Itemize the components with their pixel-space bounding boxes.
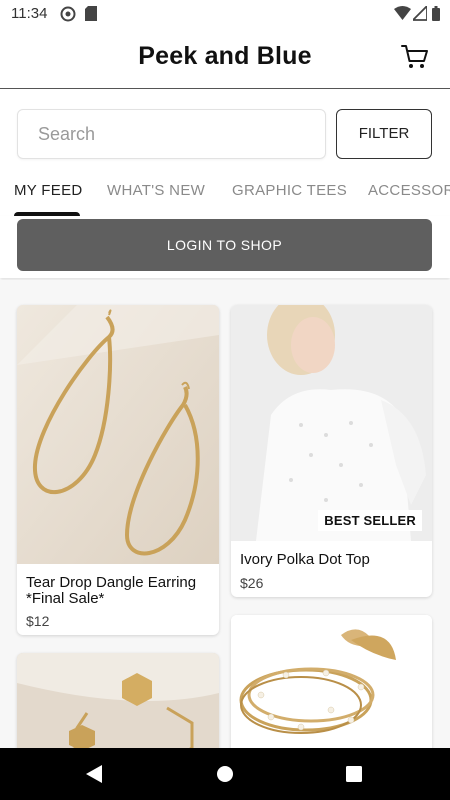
cart-icon[interactable] (401, 44, 429, 70)
recents-icon[interactable] (346, 766, 362, 787)
status-bar: 11:34 (0, 0, 450, 28)
app-title: Peek and Blue (138, 42, 312, 70)
home-icon[interactable] (216, 765, 234, 788)
category-tabs: MY FEED WHAT'S NEW GRAPHIC TEES ACCESSOR… (0, 176, 450, 216)
product-card[interactable]: BEST SELLER Ivory Polka Dot Top $26 (231, 305, 432, 597)
app-header: Peek and Blue (0, 28, 450, 89)
filter-button[interactable]: FILTER (336, 109, 432, 159)
tab-whats-new[interactable]: WHAT'S NEW (107, 182, 205, 199)
search-input[interactable] (18, 110, 318, 158)
product-name: Ivory Polka Dot Top (240, 551, 370, 568)
product-image[interactable] (17, 305, 219, 564)
back-icon[interactable] (86, 765, 102, 788)
tab-accessories[interactable]: ACCESSORIES (368, 182, 450, 199)
product-image[interactable] (231, 615, 432, 748)
battery-icon (432, 6, 440, 26)
product-name: Tear Drop Dangle Earring *Final Sale* (26, 574, 197, 607)
status-time: 11:34 (11, 5, 48, 22)
wifi-icon (394, 6, 411, 26)
best-seller-badge: BEST SELLER (318, 510, 422, 531)
signal-icon (410, 3, 428, 26)
product-image[interactable]: BEST SELLER (231, 305, 432, 541)
login-to-shop-button[interactable]: LOGIN TO SHOP (17, 219, 432, 271)
product-price: $12 (26, 613, 50, 629)
tab-my-feed[interactable]: MY FEED (14, 182, 83, 199)
system-nav-bar (0, 748, 450, 800)
product-image[interactable] (17, 653, 219, 748)
product-price: $26 (240, 575, 264, 591)
product-feed: Tear Drop Dangle Earring *Final Sale* $1… (0, 280, 450, 748)
product-card[interactable]: Tear Drop Dangle Earring *Final Sale* $1… (17, 305, 219, 635)
product-card[interactable] (17, 653, 219, 748)
tab-graphic-tees[interactable]: GRAPHIC TEES (232, 182, 347, 199)
at-sign-icon (60, 6, 76, 27)
product-card[interactable] (231, 615, 432, 748)
search-box[interactable] (17, 109, 326, 159)
sd-card-icon (85, 6, 97, 26)
